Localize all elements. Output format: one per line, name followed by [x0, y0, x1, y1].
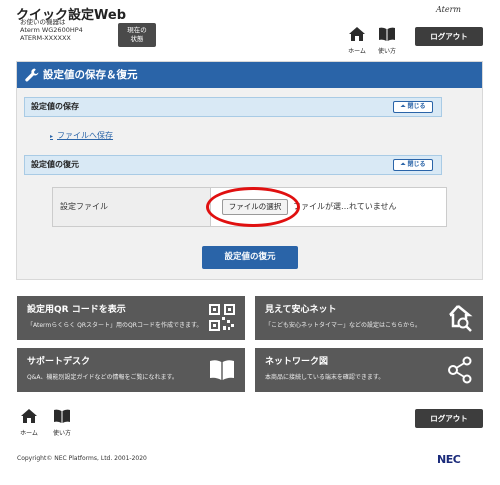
tile-desc: 「Atermらくらく QRスタート」用のQRコードを作成できます。	[27, 322, 203, 329]
panel-title: 設定値の保存＆復元	[17, 62, 482, 88]
highlight-oval	[206, 187, 300, 227]
header: クイック設定Web お使いの機器は Aterm WG2600HP4 ATERM-…	[0, 0, 500, 57]
home-label: ホーム	[348, 48, 366, 55]
save-link-text: ファイルへ保存	[57, 131, 114, 140]
book-icon	[210, 360, 234, 380]
nec-logo: NEC	[437, 453, 461, 466]
restore-settings-button[interactable]: 設定値の復元	[202, 246, 298, 269]
copyright: Copyright© NEC Platforms, Ltd. 2001-2020	[17, 455, 147, 462]
chevron-up-icon: ⏶	[400, 103, 406, 110]
restore-section-title: 設定値の復元	[31, 160, 79, 169]
help-nav[interactable]: 使い方	[372, 26, 402, 55]
save-section-collapse-button[interactable]: ⏶ 閉じる	[393, 101, 433, 113]
tile-title: 設定用QR コードを表示	[27, 305, 126, 315]
panel-title-text: 設定値の保存＆復元	[43, 69, 138, 81]
tile-desc: 本商品に接続している端末を確認できます。	[265, 374, 385, 381]
help-label: 使い方	[377, 48, 396, 55]
arrow-right-icon: ▸	[50, 133, 54, 140]
qr-code-icon	[209, 304, 235, 331]
wrench-icon	[25, 68, 39, 82]
home-icon	[21, 409, 37, 423]
tile-support-desk[interactable]: サポートデスク Q&A、機能別設定ガイドなどの情報をご覧になれます。	[17, 348, 245, 392]
tile-desc: Q&A、機能別設定ガイドなどの情報をご覧になれます。	[27, 374, 178, 381]
status-line2: 状態	[130, 35, 144, 43]
device-label: お使いの機器は	[20, 18, 66, 26]
tile-safe-net[interactable]: 見えて安心ネット 「こども安心ネットタイマー」などの設定はこちらから。	[255, 296, 483, 340]
footer-nav: ホーム 使い方 ログアウト	[0, 402, 500, 440]
restore-section-header: 設定値の復元 ⏶ 閉じる	[24, 155, 442, 175]
settings-file-label: 設定ファイル	[53, 188, 211, 226]
save-to-file-link[interactable]: ▸ ファイルへ保存	[50, 130, 113, 141]
tile-title: ネットワーク図	[265, 357, 329, 367]
tile-title: サポートデスク	[27, 357, 91, 367]
tile-title: 見えて安心ネット	[265, 305, 337, 315]
home-nav[interactable]: ホーム	[342, 26, 372, 55]
tile-qr-code[interactable]: 設定用QR コードを表示 「Atermらくらく QRスタート」用のQRコードを作…	[17, 296, 245, 340]
device-id: ATERM-XXXXXX	[20, 34, 71, 42]
collapse-label: 閉じる	[407, 103, 426, 110]
current-status-button[interactable]: 現在の 状態	[118, 23, 156, 47]
home-label: ホーム	[20, 430, 38, 437]
device-model: Aterm WG2600HP4	[20, 26, 83, 34]
status-line1: 現在の	[127, 26, 147, 34]
home-icon	[349, 27, 365, 41]
tile-desc: 「こども安心ネットタイマー」などの設定はこちらから。	[265, 322, 422, 329]
aterm-logo: Aterm	[436, 5, 461, 14]
book-icon	[379, 27, 395, 41]
footer-logout-button[interactable]: ログアウト	[415, 409, 483, 428]
book-icon	[54, 409, 70, 423]
footer-help-nav[interactable]: 使い方	[47, 408, 77, 437]
collapse-label: 閉じる	[407, 161, 426, 168]
save-section-header: 設定値の保存 ⏶ 閉じる	[24, 97, 442, 117]
chevron-up-icon: ⏶	[400, 161, 406, 168]
save-section-title: 設定値の保存	[31, 102, 79, 111]
footer-home-nav[interactable]: ホーム	[14, 408, 44, 437]
logout-button[interactable]: ログアウト	[415, 27, 483, 46]
file-status-text: ファイルが選…れていません	[293, 202, 397, 211]
restore-section-collapse-button[interactable]: ⏶ 閉じる	[393, 159, 433, 171]
house-search-icon	[449, 305, 473, 332]
help-label: 使い方	[52, 430, 71, 437]
network-icon	[448, 356, 472, 384]
tile-network-map[interactable]: ネットワーク図 本商品に接続している端末を確認できます。	[255, 348, 483, 392]
